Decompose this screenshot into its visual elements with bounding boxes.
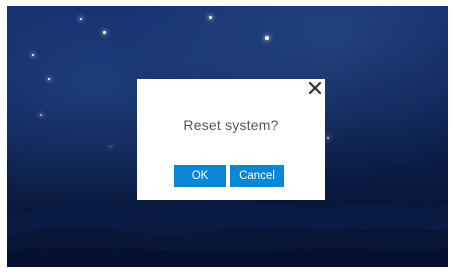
ok-button[interactable]: OK [174, 165, 226, 187]
cancel-button[interactable]: Cancel [230, 165, 284, 187]
dialog-message: Reset system? [183, 117, 279, 133]
star [209, 16, 212, 19]
star [80, 18, 82, 20]
star [40, 114, 42, 116]
close-button[interactable] [307, 80, 323, 96]
star [103, 31, 106, 34]
device-screen: Reset system? OK Cancel [7, 6, 448, 267]
star [110, 146, 111, 147]
star [327, 137, 329, 139]
star [265, 36, 269, 40]
close-icon [308, 81, 322, 95]
star [48, 78, 50, 80]
reset-dialog: Reset system? OK Cancel [137, 79, 325, 200]
star [32, 54, 34, 56]
